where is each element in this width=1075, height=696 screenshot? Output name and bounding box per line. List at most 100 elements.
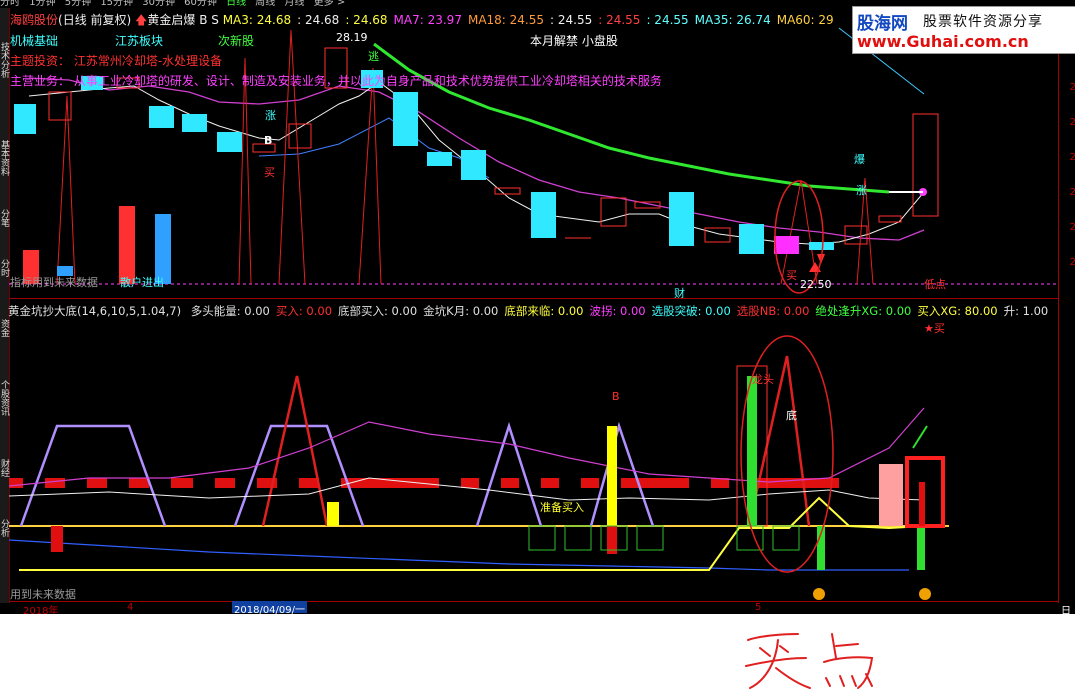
red-peaks (261, 355, 811, 527)
axis-month-5: 5 (755, 602, 762, 613)
ma-value: : 24.55 (646, 13, 689, 27)
topic-line: 主题投资： 江苏常州冷却塔-水处理设备 (10, 54, 223, 68)
up-arrow-icon: 🡅 (135, 13, 148, 27)
candle-down (531, 192, 556, 238)
ma-value: MA18: 24.55 (467, 13, 545, 27)
di-label: 底 (786, 409, 797, 422)
business-line: 主营业务： 从事工业冷却塔的研发、设计、制造及安装业务，并以此为自身产品和技术优… (10, 74, 662, 88)
lowpoint-label: 低点 (924, 278, 946, 291)
candle-down (393, 92, 418, 146)
star-buy-label: ★买 (924, 322, 945, 335)
ma60-line (373, 42, 890, 194)
sub-b-label: B (612, 390, 620, 403)
logo-slogan: 股票软件资源分享 (923, 14, 1043, 30)
future-data-note: 指标用到未来数据 (10, 276, 98, 289)
side-tab-6[interactable]: 财经 (0, 448, 9, 488)
high-price-label: 28.19 (336, 31, 368, 44)
signal-b: B (264, 134, 273, 147)
candle-up (600, 197, 627, 227)
ma-value: MA7: 23.97 (393, 13, 462, 27)
indicator-name[interactable]: 黄金启爆 B S (147, 13, 218, 27)
indicator-value: 多头能量: 0.00 (190, 304, 270, 318)
ma-value: MA3: 24.68 (222, 13, 292, 27)
price-axis: 2 2 2 2 2 2 (1058, 8, 1075, 603)
price-tick: 2 (1069, 152, 1075, 163)
indicator-value: 选股NB: 0.00 (736, 304, 810, 318)
period-tab-day[interactable]: 日线 (226, 0, 246, 8)
chart-header: 海鸥股份(日线 前复权) 🡅黄金启爆 B S MA3: 24.68 : 24.68… (10, 11, 840, 32)
chart-mode: (日线 前复权) (58, 13, 132, 27)
red-bar-inner (919, 482, 925, 526)
signal-bao: 爆 (854, 153, 865, 166)
side-tab-5[interactable]: 个股资讯 (0, 368, 9, 428)
panel-separator (9, 298, 1058, 299)
axis-ri[interactable]: 日 (1061, 602, 1071, 614)
red-bar-low (51, 526, 63, 552)
period-tab-5min[interactable]: 5分钟 (65, 0, 91, 8)
site-logo: 股海网 股票软件资源分享 www.Guhai.com.cn (852, 6, 1075, 54)
handwritten-signature (745, 633, 874, 689)
price-tick: 2 (1069, 82, 1075, 93)
retail-bar (119, 206, 135, 284)
indicator-value: 选股突破: 0.00 (651, 304, 731, 318)
candle-up (878, 215, 902, 223)
indicator-values: 多头能量: 0.00 买入: 0.00 底部买入: 0.00 金坑K月: 0.00 底部… (191, 304, 1055, 318)
indicator-value: 绝处逢升XG: 0.00 (815, 304, 912, 318)
indicator-value: 底部买入: 0.00 (338, 304, 418, 318)
indicator-title[interactable]: 黄金坑抄大底(14,6,10,5,1.04,7) (8, 304, 181, 318)
ma-value: : 24.68 (297, 13, 340, 27)
pink-block (879, 464, 903, 526)
indicator-header: 黄金坑抄大底(14,6,10,5,1.04,7) 多头能量: 0.00 买入: 0… (8, 303, 1060, 319)
signal-zhang-2: 涨 (856, 184, 867, 197)
period-tab-15min[interactable]: 15分钟 (100, 0, 133, 8)
candle-down (427, 152, 452, 166)
period-tab-30min[interactable]: 30分钟 (142, 0, 175, 8)
ma-value: MA35: 26.74 (694, 13, 771, 27)
period-tab-60min[interactable]: 60分钟 (184, 0, 217, 8)
period-tab-fenshi[interactable]: 分时 (0, 0, 20, 8)
retail-label: 散户进出 (120, 276, 164, 289)
stock-name[interactable]: 海鸥股份 (10, 13, 58, 27)
candle-down (669, 192, 694, 246)
indicator-chart[interactable] (9, 318, 1058, 601)
cursor-date: 2018/04/09/一 (232, 601, 308, 614)
signal-zhang: 涨 (265, 109, 276, 122)
period-tab-more[interactable]: 更多 > (314, 0, 346, 8)
price-tick: 2 (1069, 222, 1075, 233)
signal-tui: 逃 (368, 50, 379, 63)
prepare-buy-label: 准备买入 (540, 501, 584, 514)
green-bar (747, 376, 757, 526)
bottom-marker-icon (919, 588, 931, 600)
candle-down (182, 114, 207, 132)
ma-value: : 24.68 (345, 13, 388, 27)
stock-chart-window: 分时 1分钟 5分钟 15分钟 30分钟 60分钟 日线 周线 月线 更多 > … (0, 0, 1075, 614)
ma-value: : 24.55 (598, 13, 641, 27)
indicator-value: 买入: 0.00 (275, 304, 333, 318)
tag-region: 江苏板块 (115, 34, 164, 48)
green-rise-line (912, 425, 928, 449)
indicator-value: 金坑K月: 0.00 (423, 304, 499, 318)
indicator-value: 升: 1.00 (1003, 304, 1049, 318)
yellow-curve (19, 496, 925, 571)
yellow-bar (607, 426, 617, 526)
indicator-value: 底部来临: 0.00 (504, 304, 584, 318)
dragon-label: 龙头 (752, 373, 774, 386)
candle-down (14, 104, 36, 134)
side-tab-1[interactable]: 基本资料 (0, 128, 9, 188)
ma-value: MA60: 29 (776, 13, 834, 27)
side-tab-0[interactable]: 技术分析 (0, 12, 9, 107)
period-tab-week[interactable]: 周线 (255, 0, 275, 8)
axis-year: 2018年 (23, 606, 59, 614)
bottom-marker-icon (813, 588, 825, 600)
signal-mai: 买 (264, 166, 275, 179)
period-tab-1min[interactable]: 1分钟 (29, 0, 55, 8)
side-tab-3[interactable]: 分时 (0, 248, 9, 288)
side-tab-2[interactable]: 分笔 (0, 198, 9, 238)
low-price-label: 22.50 (800, 278, 832, 291)
candle-down (461, 150, 486, 180)
candle-down (809, 242, 834, 250)
period-tab-month[interactable]: 月线 (284, 0, 304, 8)
price-tick: 2 (1069, 117, 1075, 128)
side-tab-7[interactable]: 分析 (0, 508, 9, 548)
tag-new: 次新股 (218, 34, 255, 48)
